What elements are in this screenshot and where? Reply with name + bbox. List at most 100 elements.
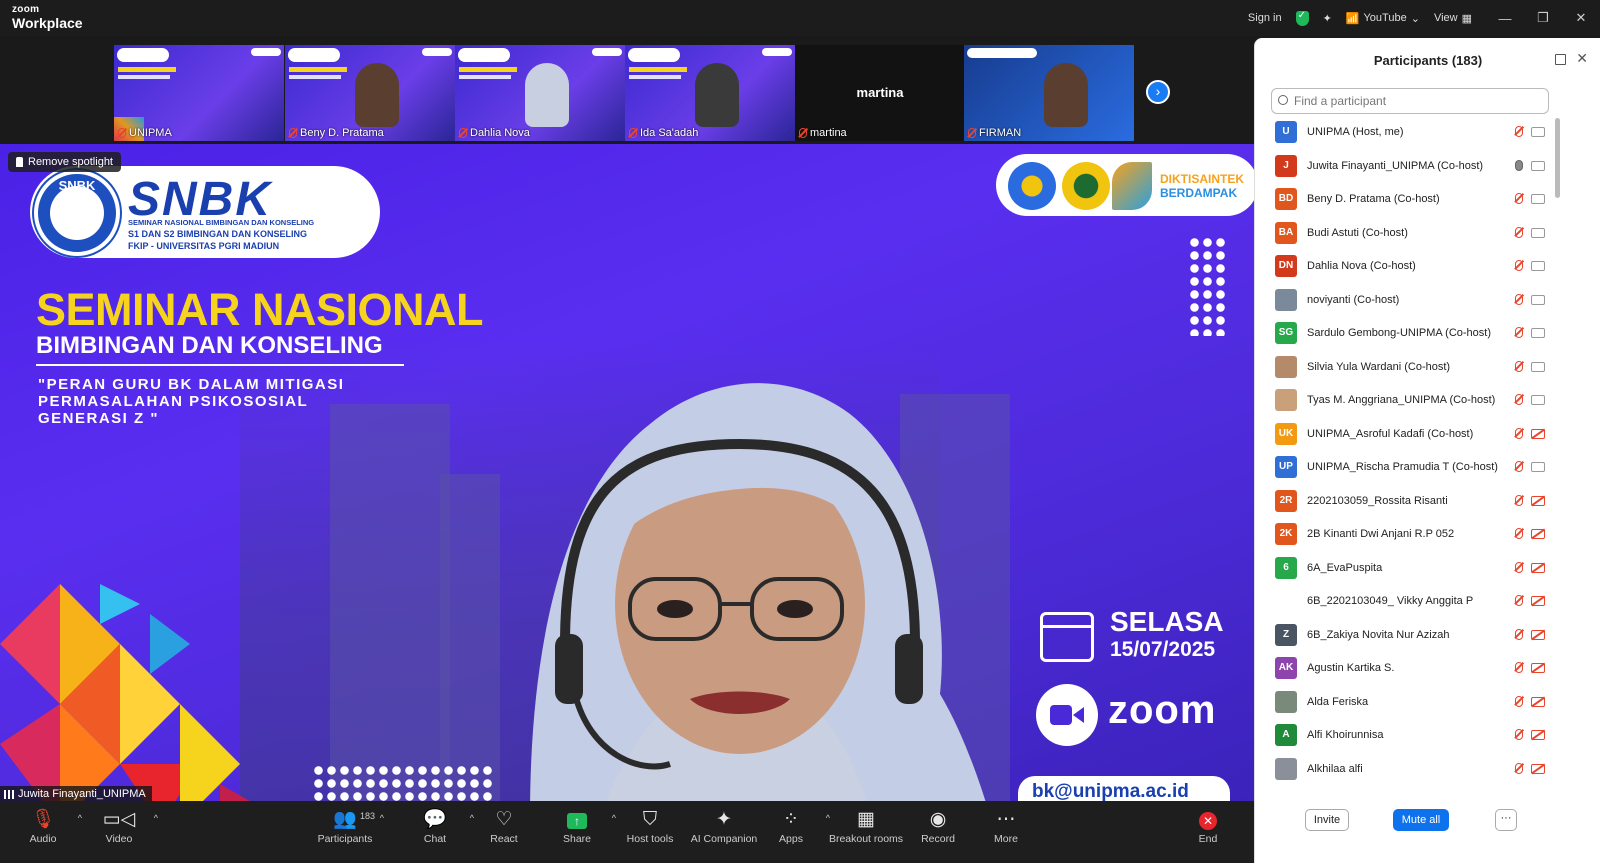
video-off-icon[interactable]: [1531, 696, 1545, 707]
calendar-icon: [1040, 612, 1094, 662]
close-panel-icon[interactable]: ✕: [1576, 50, 1588, 67]
video-icon[interactable]: [1531, 227, 1545, 238]
restore-icon[interactable]: ❐: [1524, 10, 1562, 26]
video-tile-beny[interactable]: Beny D. Pratama: [285, 45, 455, 141]
participant-row[interactable]: BA Budi Astuti (Co-host): [1255, 216, 1555, 250]
mic-muted-icon[interactable]: [1515, 662, 1523, 673]
participant-search-input[interactable]: Find a participant: [1271, 88, 1549, 114]
participant-row[interactable]: 6 6A_EvaPuspita: [1255, 551, 1555, 585]
minimize-icon[interactable]: —: [1486, 11, 1524, 26]
mic-muted-icon[interactable]: [1515, 360, 1523, 372]
invite-button[interactable]: Invite: [1305, 809, 1349, 831]
video-off-icon[interactable]: [1531, 629, 1545, 640]
mic-muted-icon[interactable]: [1515, 528, 1523, 539]
video-tile-ida[interactable]: Ida Sa'adah: [625, 45, 795, 141]
video-off-icon[interactable]: [1531, 763, 1545, 774]
video-icon[interactable]: [1531, 294, 1545, 305]
video-icon[interactable]: [1531, 261, 1545, 271]
participant-list-scrollbar[interactable]: [1555, 118, 1560, 198]
video-tile-martina[interactable]: martina martina: [795, 45, 965, 141]
participant-row[interactable]: 6B_2202103049_ Vikky Anggita P: [1255, 584, 1555, 618]
share-source-dropdown[interactable]: 📶 YouTube ⌄: [1346, 12, 1420, 25]
panel-more-button[interactable]: ···: [1495, 809, 1517, 831]
participant-row[interactable]: U UNIPMA (Host, me): [1255, 115, 1555, 149]
participant-row[interactable]: Alkhilaa alfi: [1255, 752, 1555, 786]
mic-muted-icon[interactable]: [1515, 226, 1523, 238]
video-icon[interactable]: [1531, 194, 1545, 204]
participant-row[interactable]: 2K 2B Kinanti Dwi Anjani R.P 052: [1255, 517, 1555, 551]
audio-button[interactable]: 🎙 Audio ^: [8, 807, 82, 845]
participant-row[interactable]: J Juwita Finayanti_UNIPMA (Co-host): [1255, 149, 1555, 183]
chat-button[interactable]: 💬 Chat ^: [400, 807, 474, 845]
mic-muted-icon[interactable]: [1515, 762, 1523, 774]
video-tile-dahlia[interactable]: Dahlia Nova: [455, 45, 625, 141]
participant-row[interactable]: A Alfi Khoirunnisa: [1255, 718, 1555, 752]
participant-row[interactable]: AK Agustin Kartika S.: [1255, 651, 1555, 685]
mic-muted-icon[interactable]: [1515, 561, 1523, 573]
mic-muted-icon[interactable]: [1515, 427, 1523, 439]
mic-muted-icon[interactable]: [1515, 461, 1523, 472]
mic-muted-icon[interactable]: [1515, 394, 1523, 405]
mute-all-button[interactable]: Mute all: [1393, 809, 1449, 831]
mic-muted-icon[interactable]: [1515, 729, 1523, 740]
remove-spotlight-button[interactable]: Remove spotlight: [8, 152, 121, 172]
participant-row[interactable]: noviyanti (Co-host): [1255, 283, 1555, 317]
video-off-icon[interactable]: [1531, 730, 1545, 740]
mic-muted-icon[interactable]: [1515, 260, 1523, 271]
mic-muted-icon[interactable]: [1515, 695, 1523, 707]
apps-button[interactable]: ⁘ Apps ^: [756, 807, 830, 845]
share-button[interactable]: ↑ Share ^: [542, 807, 616, 845]
sign-in-link[interactable]: Sign in: [1248, 12, 1282, 24]
participant-row[interactable]: Tyas M. Anggriana_UNIPMA (Co-host): [1255, 383, 1555, 417]
video-off-icon[interactable]: [1531, 428, 1545, 439]
video-off-icon[interactable]: [1531, 562, 1545, 573]
ai-companion-button[interactable]: ✦ AI Companion: [686, 807, 762, 845]
video-off-icon[interactable]: [1531, 663, 1545, 673]
more-button[interactable]: ⋯ More: [971, 807, 1041, 845]
participant-row[interactable]: Alda Feriska: [1255, 685, 1555, 719]
participant-row[interactable]: 2R 2202103059_Rossita Risanti: [1255, 484, 1555, 518]
encryption-shield-icon[interactable]: [1295, 10, 1309, 26]
participant-row[interactable]: BD Beny D. Pratama (Co-host): [1255, 182, 1555, 216]
video-icon[interactable]: [1531, 395, 1545, 405]
mic-muted-icon[interactable]: [1515, 628, 1523, 640]
mic-muted-icon[interactable]: [1515, 193, 1523, 204]
video-button[interactable]: ▭◁ Video ^: [84, 807, 158, 845]
participant-row[interactable]: DN Dahlia Nova (Co-host): [1255, 249, 1555, 283]
next-page-arrow-icon[interactable]: ›: [1146, 80, 1170, 104]
video-icon[interactable]: [1531, 160, 1545, 171]
video-icon[interactable]: [1531, 462, 1545, 472]
view-button[interactable]: View ▦: [1434, 12, 1472, 25]
video-off-icon[interactable]: [1531, 495, 1545, 506]
mic-muted-icon[interactable]: [1515, 494, 1523, 506]
participants-button[interactable]: 👥 183 Participants ^: [310, 807, 384, 845]
close-window-icon[interactable]: ✕: [1562, 10, 1600, 26]
participant-row[interactable]: UP UNIPMA_Rischa Pramudia T (Co-host): [1255, 450, 1555, 484]
host-tools-button[interactable]: ⛉ Host tools: [615, 807, 685, 845]
participants-options-caret[interactable]: ^: [380, 813, 384, 823]
mic-muted-icon[interactable]: [1515, 595, 1523, 606]
breakout-rooms-button[interactable]: ▦ Breakout rooms: [826, 807, 906, 845]
video-tile-unipma[interactable]: UNIPMA: [114, 45, 284, 141]
mic-muted-icon[interactable]: [1515, 126, 1523, 137]
record-button[interactable]: ◉ Record: [903, 807, 973, 845]
video-off-icon[interactable]: [1531, 529, 1545, 539]
video-icon[interactable]: [1531, 127, 1545, 137]
video-tile-firman[interactable]: FIRMAN: [964, 45, 1134, 141]
popout-icon[interactable]: [1555, 54, 1566, 65]
audio-options-caret[interactable]: ^: [78, 813, 82, 823]
mic-on-icon[interactable]: [1515, 159, 1523, 171]
video-icon[interactable]: [1531, 328, 1545, 338]
participant-row[interactable]: SG Sardulo Gembong-UNIPMA (Co-host): [1255, 316, 1555, 350]
video-off-icon[interactable]: [1531, 596, 1545, 606]
mic-muted-icon[interactable]: [1515, 293, 1523, 305]
react-button[interactable]: ♡ React: [469, 807, 539, 845]
ai-sparkle-icon[interactable]: ✦: [1323, 12, 1332, 25]
participant-row[interactable]: Silvia Yula Wardani (Co-host): [1255, 350, 1555, 384]
video-icon[interactable]: [1531, 361, 1545, 372]
participant-row[interactable]: Z 6B_Zakiya Novita Nur Azizah: [1255, 618, 1555, 652]
mic-muted-icon[interactable]: [1515, 327, 1523, 338]
end-meeting-button[interactable]: ✕ End: [1173, 807, 1243, 845]
video-options-caret[interactable]: ^: [154, 813, 158, 823]
participant-row[interactable]: UK UNIPMA_Asroful Kadafi (Co-host): [1255, 417, 1555, 451]
